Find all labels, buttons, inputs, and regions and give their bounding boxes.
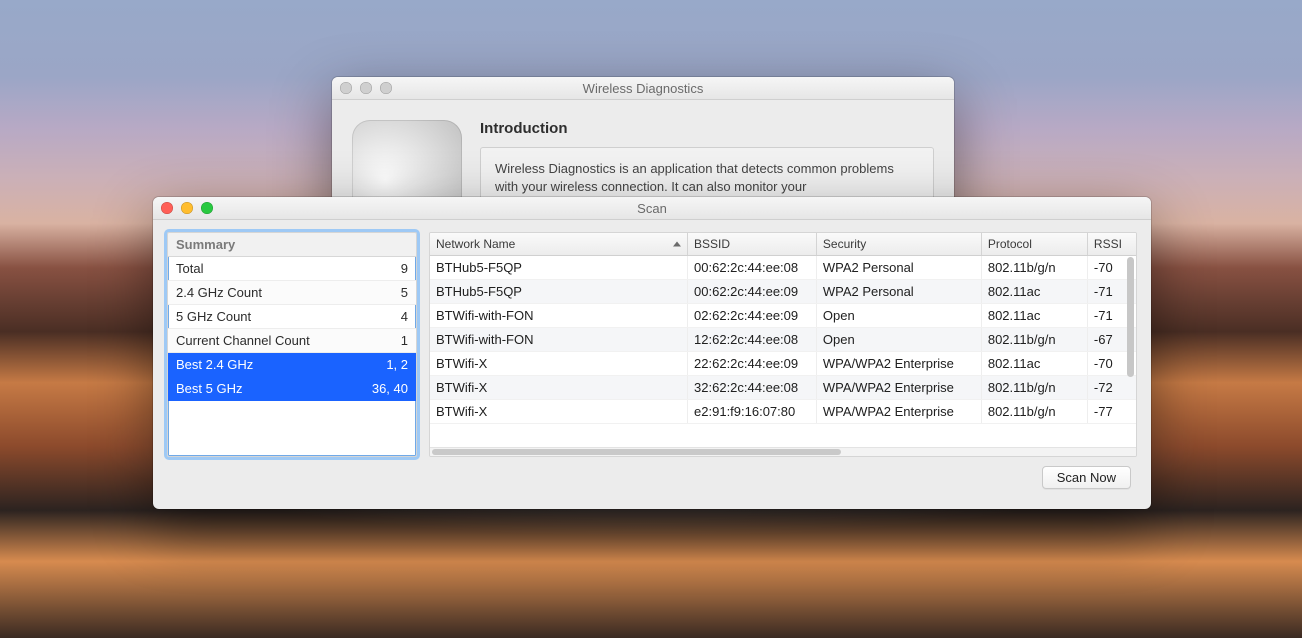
- summary-row[interactable]: Current Channel Count 1: [168, 329, 416, 353]
- table-header[interactable]: Network Name BSSID Security Protocol RSS…: [430, 233, 1136, 256]
- summary-heading: Summary: [168, 233, 416, 257]
- summary-row[interactable]: Total 9: [168, 257, 416, 281]
- cell-protocol: 802.11b/g/n: [982, 376, 1088, 399]
- networks-table[interactable]: Network Name BSSID Security Protocol RSS…: [429, 232, 1137, 457]
- cell-security: WPA/WPA2 Enterprise: [817, 400, 982, 423]
- cell-protocol: 802.11ac: [982, 304, 1088, 327]
- cell-bssid: 32:62:2c:44:ee:08: [688, 376, 817, 399]
- scan-window: Scan Summary Total 9 2.4 GHz Count 5 5 GHz C…: [153, 197, 1151, 509]
- scan-now-button[interactable]: Scan Now: [1042, 466, 1131, 489]
- horizontal-scrollbar[interactable]: [430, 447, 1136, 456]
- table-row[interactable]: BTHub5-F5QP00:62:2c:44:ee:09WPA2 Persona…: [430, 280, 1136, 304]
- titlebar[interactable]: Scan: [153, 197, 1151, 220]
- summary-panel[interactable]: Summary Total 9 2.4 GHz Count 5 5 GHz Count 4…: [167, 232, 417, 457]
- column-security[interactable]: Security: [817, 233, 982, 255]
- cell-network-name: BTHub5-F5QP: [430, 280, 688, 303]
- intro-heading: Introduction: [480, 120, 934, 137]
- cell-bssid: 00:62:2c:44:ee:08: [688, 256, 817, 279]
- cell-security: WPA/WPA2 Enterprise: [817, 352, 982, 375]
- summary-label: Current Channel Count: [176, 333, 310, 348]
- column-protocol[interactable]: Protocol: [982, 233, 1088, 255]
- summary-row[interactable]: Best 2.4 GHz 1, 2: [168, 353, 416, 377]
- cell-network-name: BTHub5-F5QP: [430, 256, 688, 279]
- vertical-scrollbar[interactable]: [1127, 257, 1134, 444]
- cell-network-name: BTWifi-with-FON: [430, 304, 688, 327]
- column-network-name[interactable]: Network Name: [430, 233, 688, 255]
- cell-bssid: 22:62:2c:44:ee:09: [688, 352, 817, 375]
- table-row[interactable]: BTWifi-X22:62:2c:44:ee:09WPA/WPA2 Enterp…: [430, 352, 1136, 376]
- column-rssi[interactable]: RSSI: [1088, 233, 1136, 255]
- table-row[interactable]: BTWifi-Xe2:91:f9:16:07:80WPA/WPA2 Enterp…: [430, 400, 1136, 424]
- table-row[interactable]: BTWifi-with-FON12:62:2c:44:ee:08Open802.…: [430, 328, 1136, 352]
- window-title: Wireless Diagnostics: [332, 81, 954, 96]
- cell-network-name: BTWifi-X: [430, 376, 688, 399]
- cell-protocol: 802.11b/g/n: [982, 400, 1088, 423]
- cell-network-name: BTWifi-with-FON: [430, 328, 688, 351]
- summary-value: 1, 2: [386, 357, 408, 372]
- summary-value: 4: [401, 309, 408, 324]
- cell-security: WPA2 Personal: [817, 280, 982, 303]
- cell-security: WPA/WPA2 Enterprise: [817, 376, 982, 399]
- summary-label: 5 GHz Count: [176, 309, 251, 324]
- summary-row[interactable]: 5 GHz Count 4: [168, 305, 416, 329]
- cell-security: Open: [817, 328, 982, 351]
- cell-bssid: 02:62:2c:44:ee:09: [688, 304, 817, 327]
- summary-label: 2.4 GHz Count: [176, 285, 262, 300]
- cell-bssid: e2:91:f9:16:07:80: [688, 400, 817, 423]
- table-row[interactable]: BTHub5-F5QP00:62:2c:44:ee:08WPA2 Persona…: [430, 256, 1136, 280]
- cell-network-name: BTWifi-X: [430, 352, 688, 375]
- cell-bssid: 00:62:2c:44:ee:09: [688, 280, 817, 303]
- cell-protocol: 802.11ac: [982, 352, 1088, 375]
- cell-security: Open: [817, 304, 982, 327]
- table-row[interactable]: BTWifi-X32:62:2c:44:ee:08WPA/WPA2 Enterp…: [430, 376, 1136, 400]
- summary-value: 1: [401, 333, 408, 348]
- summary-row[interactable]: 2.4 GHz Count 5: [168, 281, 416, 305]
- window-title: Scan: [153, 201, 1151, 216]
- cell-protocol: 802.11ac: [982, 280, 1088, 303]
- summary-row[interactable]: Best 5 GHz 36, 40: [168, 377, 416, 401]
- summary-value: 36, 40: [372, 381, 408, 396]
- column-bssid[interactable]: BSSID: [688, 233, 817, 255]
- summary-label: Best 2.4 GHz: [176, 357, 253, 372]
- table-row[interactable]: BTWifi-with-FON02:62:2c:44:ee:09Open802.…: [430, 304, 1136, 328]
- cell-network-name: BTWifi-X: [430, 400, 688, 423]
- cell-protocol: 802.11b/g/n: [982, 256, 1088, 279]
- cell-security: WPA2 Personal: [817, 256, 982, 279]
- titlebar[interactable]: Wireless Diagnostics: [332, 77, 954, 100]
- summary-label: Total: [176, 261, 203, 276]
- cell-bssid: 12:62:2c:44:ee:08: [688, 328, 817, 351]
- cell-protocol: 802.11b/g/n: [982, 328, 1088, 351]
- summary-value: 9: [401, 261, 408, 276]
- summary-label: Best 5 GHz: [176, 381, 242, 396]
- summary-value: 5: [401, 285, 408, 300]
